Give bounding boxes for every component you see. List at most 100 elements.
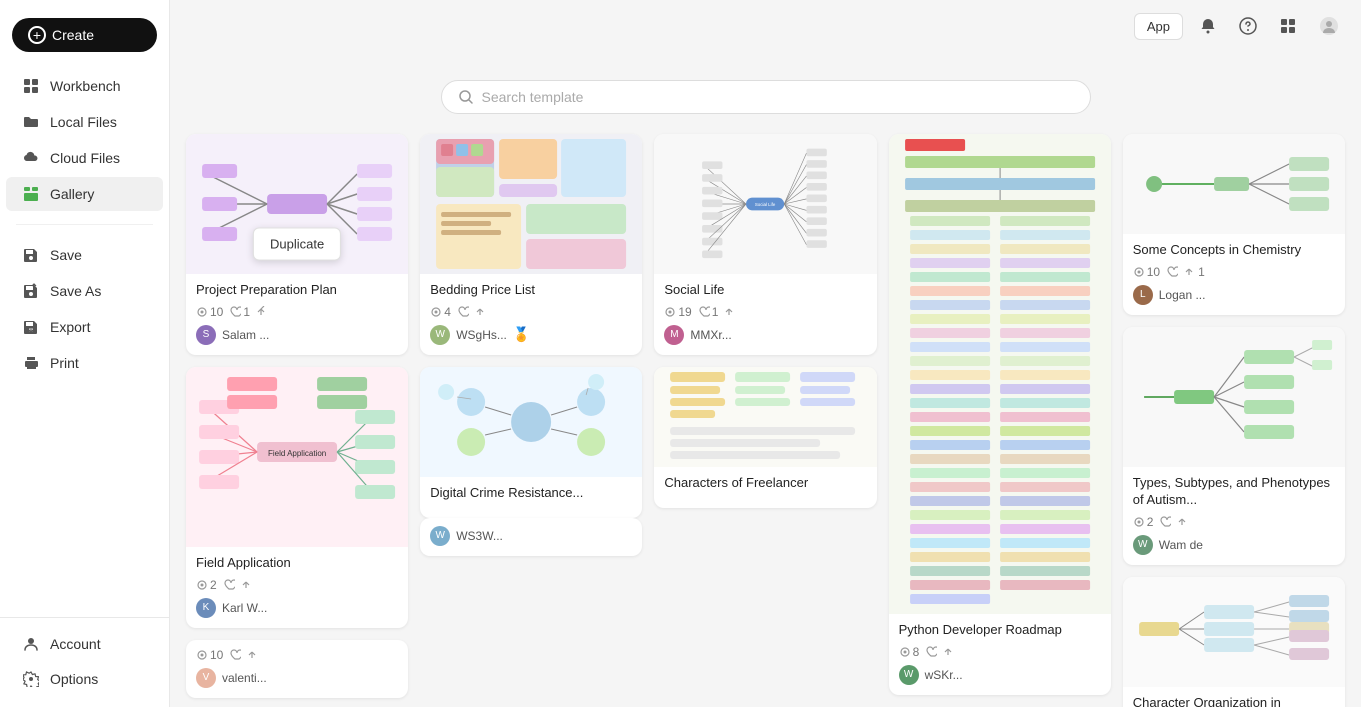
card-author: V valenti...: [196, 668, 398, 688]
options-label: Options: [50, 671, 98, 687]
sidebar-item-account[interactable]: Account: [6, 627, 163, 661]
card-thumbnail: [1123, 327, 1345, 467]
card-title: Digital Crime Resistance...: [430, 485, 632, 502]
card-thumbnail: Social Life: [654, 134, 876, 274]
author-name: wSKr...: [925, 668, 963, 682]
user-avatar-icon[interactable]: [1313, 12, 1345, 40]
author-avatar: K: [196, 598, 216, 618]
help-icon[interactable]: [1233, 13, 1263, 39]
sidebar-item-save-as[interactable]: Save As: [6, 274, 163, 308]
card-body: Social Life 19 1: [654, 274, 876, 355]
chemistry-thumb: [1123, 134, 1345, 234]
card-top-partial: 10 V valenti...: [186, 640, 408, 698]
card-project-preparation: Duplicate Project Preparation Plan 10 1: [186, 134, 408, 355]
card-title: Types, Subtypes, and Phenotypes of Autis…: [1133, 475, 1335, 509]
card-thumbnail: Field Application: [186, 367, 408, 547]
freelancer-thumb: [654, 367, 876, 467]
author-name: WS3W...: [456, 529, 503, 543]
card-author: W wSKr...: [899, 665, 1101, 685]
grid-view-icon[interactable]: [1273, 13, 1303, 39]
card-autism-types: Types, Subtypes, and Phenotypes of Autis…: [1123, 327, 1345, 565]
view-count: 2: [196, 578, 217, 592]
grid-column-5: Some Concepts in Chemistry 10: [1123, 134, 1345, 707]
sidebar-bottom: Account Options: [0, 617, 169, 697]
author-name: valenti...: [222, 671, 267, 685]
like-icon: [457, 306, 469, 318]
share-icon: [943, 646, 955, 658]
author-name: MMXr...: [690, 328, 731, 342]
author-avatar: W: [1133, 535, 1153, 555]
card-title: Project Preparation Plan: [196, 282, 398, 299]
author-name: WSgHs...: [456, 328, 507, 342]
share-count: [256, 306, 268, 318]
sidebar-item-export[interactable]: Export: [6, 310, 163, 344]
card-social-life: Social Life: [654, 134, 876, 355]
card-meta: 10 1: [1133, 265, 1335, 279]
python-thumb: [889, 134, 1111, 614]
gallery-content: Duplicate Project Preparation Plan 10 1: [186, 16, 1345, 707]
autism-thumb: [1123, 327, 1345, 467]
card-author: L Logan ...: [1133, 285, 1335, 305]
like-icon: [229, 649, 241, 661]
header: App: [170, 0, 1361, 52]
view-count: 10: [196, 305, 223, 319]
create-button[interactable]: + Create: [12, 18, 157, 52]
sidebar-item-print[interactable]: Print: [6, 346, 163, 380]
print-label: Print: [50, 355, 79, 371]
author-avatar: L: [1133, 285, 1153, 305]
svg-text:Field Application: Field Application: [268, 449, 326, 458]
like-icon: [925, 646, 937, 658]
sidebar-item-gallery[interactable]: Gallery: [6, 177, 163, 211]
card-chemistry: Some Concepts in Chemistry 10: [1123, 134, 1345, 315]
export-label: Export: [50, 319, 90, 335]
author-name: Logan ...: [1159, 288, 1206, 302]
sidebar-item-workbench[interactable]: Workbench: [6, 69, 163, 103]
export-icon: [22, 318, 40, 336]
digital-crime-thumb: [420, 367, 642, 477]
search-bar[interactable]: [441, 80, 1091, 114]
card-title: Bedding Price List: [430, 282, 632, 299]
author-avatar: W: [430, 325, 450, 345]
view-count: 10: [1133, 265, 1160, 279]
create-label: Create: [52, 27, 94, 43]
bell-icon[interactable]: [1193, 13, 1223, 39]
sidebar-item-save[interactable]: Save: [6, 238, 163, 272]
view-count: 8: [899, 645, 920, 659]
card-author: M MMXr...: [664, 325, 866, 345]
author-avatar: V: [196, 668, 216, 688]
user-icon: [22, 635, 40, 653]
template-grid: Duplicate Project Preparation Plan 10 1: [186, 134, 1345, 707]
card-body: Python Developer Roadmap 8: [889, 614, 1111, 695]
author-name: Wam de: [1159, 538, 1203, 552]
card-thumbnail: [1123, 134, 1345, 234]
card-bedding-price: Bedding Price List 4: [420, 134, 642, 355]
sidebar-item-local-files[interactable]: Local Files: [6, 105, 163, 139]
like-count: 1: [698, 305, 719, 319]
sidebar: + Create Workbench Local Files Cloud Fil…: [0, 0, 170, 707]
gear-icon: [22, 670, 40, 688]
share-icon: [475, 306, 487, 318]
author-avatar: W: [430, 526, 450, 546]
card-body: Characters of Freelancer: [654, 467, 876, 508]
sidebar-item-options[interactable]: Options: [6, 662, 163, 696]
view-count: 4: [430, 305, 451, 319]
search-input[interactable]: [482, 89, 1074, 105]
card-body: Digital Crime Resistance...: [420, 477, 642, 518]
share-icon: [247, 649, 259, 661]
card-meta: 10 1: [196, 305, 398, 319]
card-body: 10 V valenti...: [186, 640, 408, 698]
sidebar-item-cloud-files[interactable]: Cloud Files: [6, 141, 163, 175]
card-thumbnail: [654, 367, 876, 467]
gallery-icon: [22, 185, 40, 203]
duplicate-popup[interactable]: Duplicate: [253, 228, 341, 261]
bedding-thumb: [420, 134, 642, 274]
card-meta: 10: [196, 648, 398, 662]
field-app-thumb: Field Application: [186, 367, 408, 547]
view-count: 2: [1133, 515, 1154, 529]
card-author: W WS3W...: [430, 526, 632, 546]
grid-icon: [22, 77, 40, 95]
card-meta: 2: [1133, 515, 1335, 529]
app-button[interactable]: App: [1134, 13, 1183, 40]
search-icon: [458, 89, 474, 105]
card-body: Bedding Price List 4: [420, 274, 642, 355]
